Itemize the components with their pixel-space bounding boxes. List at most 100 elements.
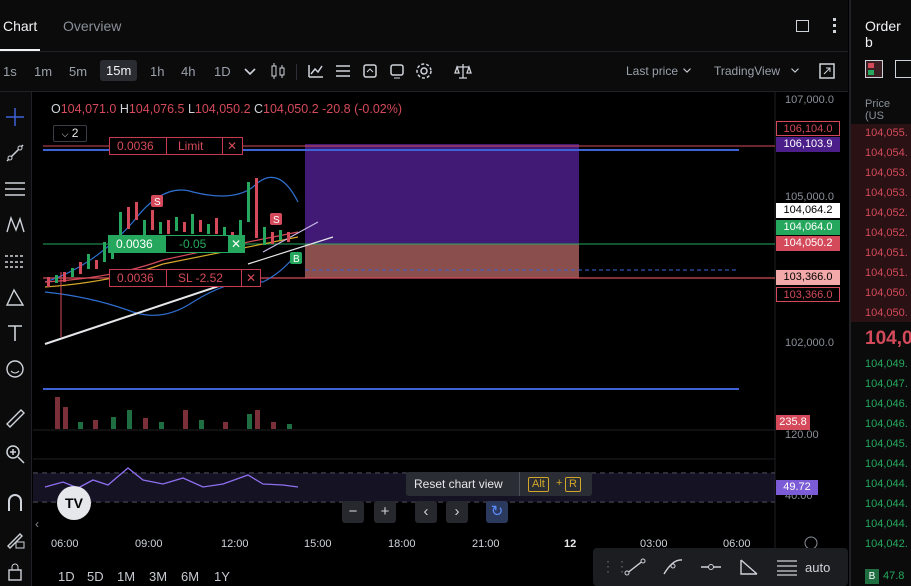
chart-canvas[interactable]: S S B: [33, 92, 848, 586]
more-vertical-icon[interactable]: [833, 18, 837, 34]
position-label[interactable]: 0.0036 -0.05 ✕: [108, 235, 245, 253]
lock-icon[interactable]: [4, 560, 26, 582]
ask-price[interactable]: 104,050.: [865, 287, 908, 299]
timeframe-5m[interactable]: 5m: [69, 64, 87, 79]
time-axis-label: 12: [564, 538, 577, 550]
bid-price[interactable]: 104,042.: [865, 538, 908, 550]
stop-loss-label[interactable]: 0.0036 SL -2.52 ✕: [109, 269, 261, 287]
timeframe-1s[interactable]: 1s: [3, 64, 17, 79]
ask-price[interactable]: 104,053.: [865, 187, 908, 199]
lock-drawing-icon[interactable]: [4, 528, 26, 550]
horizontal-lines-icon[interactable]: [4, 178, 26, 200]
sl-close-icon[interactable]: ✕: [246, 270, 256, 286]
position-pnl: -0.05: [179, 237, 207, 251]
ask-price[interactable]: 104,055.: [865, 127, 908, 139]
scroll-right-button[interactable]: ›: [446, 501, 468, 523]
chart-settings-lines-icon[interactable]: [333, 61, 353, 81]
measure-angle-icon[interactable]: [4, 286, 26, 308]
indicators-icon[interactable]: [306, 61, 326, 81]
ask-price[interactable]: 104,053.: [865, 167, 908, 179]
drawing-toolbar: [0, 92, 32, 586]
compare-scale-icon[interactable]: [453, 61, 473, 81]
ask-price[interactable]: 104,052.: [865, 207, 908, 219]
limit-close-icon[interactable]: ✕: [227, 138, 237, 154]
candle-type-icon[interactable]: [268, 61, 288, 81]
position-close-icon[interactable]: ✕: [231, 236, 241, 252]
crosshair-icon[interactable]: [4, 106, 26, 128]
zoom-in-button[interactable]: +: [374, 501, 396, 523]
ohlc-change: -20.8 (-0.02%): [322, 102, 403, 116]
chevron-down-icon[interactable]: [240, 61, 260, 81]
curve-line-icon[interactable]: [661, 557, 685, 577]
ohlc-close: 104,050.2: [263, 102, 319, 116]
scroll-left-button[interactable]: ‹: [415, 501, 437, 523]
maximize-icon[interactable]: [796, 20, 809, 32]
time-axis-label: 09:00: [135, 538, 163, 550]
time-axis-label: 15:00: [304, 538, 332, 550]
indicator-toggle[interactable]: ⌵ 2: [53, 125, 87, 142]
range-3m[interactable]: 3M: [149, 569, 167, 584]
tab-chart[interactable]: Chart: [3, 18, 37, 34]
bid-price[interactable]: 104,046.: [865, 398, 908, 410]
pattern-icon[interactable]: [4, 214, 26, 236]
price-source-select[interactable]: Last price: [626, 64, 678, 78]
chevron-down-icon[interactable]: [788, 63, 802, 77]
fib-retracement-icon[interactable]: [775, 557, 799, 577]
ohlc-high: 104,076.5: [128, 102, 185, 116]
ask-price[interactable]: 104,051.: [865, 247, 908, 259]
horizontal-ray-icon[interactable]: [699, 557, 723, 577]
order-book-bids-icon[interactable]: [895, 60, 911, 78]
bid-price[interactable]: 104,046.: [865, 418, 908, 430]
bid-price[interactable]: 104,049.: [865, 358, 908, 370]
range-6m[interactable]: 6M: [181, 569, 199, 584]
ohlc-legend: O104,071.0 H104,076.5 L104,050.2 C104,05…: [51, 102, 402, 116]
timeframe-1h[interactable]: 1h: [150, 64, 164, 79]
reset-view-button[interactable]: ↻: [486, 501, 508, 523]
zoom-in-icon[interactable]: [4, 443, 26, 465]
range-1m[interactable]: 1M: [117, 569, 135, 584]
range-1y[interactable]: 1Y: [214, 569, 230, 584]
magnet-icon[interactable]: [4, 492, 26, 514]
text-tool-icon[interactable]: [4, 322, 26, 344]
ask-price[interactable]: 104,050.: [865, 307, 908, 319]
emoji-icon[interactable]: [4, 358, 26, 380]
timeframe-15m[interactable]: 15m: [100, 60, 138, 81]
chart-area[interactable]: S S B O104,071.0 H104,076.5 L104,050.2 C…: [33, 92, 848, 586]
chevron-down-icon[interactable]: [680, 63, 694, 77]
limit-order-label[interactable]: 0.0036 Limit ✕: [109, 137, 243, 155]
range-5d[interactable]: 5D: [87, 569, 104, 584]
timeframe-1m[interactable]: 1m: [34, 64, 52, 79]
angle-tool-icon[interactable]: [737, 557, 761, 577]
bid-price[interactable]: 104,044.: [865, 458, 908, 470]
auto-scale-toggle[interactable]: auto: [805, 560, 830, 575]
position-qty: 0.0036: [116, 237, 153, 251]
bid-price[interactable]: 104,047.: [865, 378, 908, 390]
trend-line-icon[interactable]: [623, 557, 647, 577]
time-axis-label: 06:00: [51, 538, 79, 550]
range-1d[interactable]: 1D: [58, 569, 75, 584]
bid-price[interactable]: 104,044.: [865, 518, 908, 530]
ask-price[interactable]: 104,054.: [865, 147, 908, 159]
rsi-tag: 49.72: [776, 480, 818, 495]
chart-engine-select[interactable]: TradingView: [714, 64, 780, 78]
trend-line-icon[interactable]: [4, 142, 26, 164]
zoom-out-button[interactable]: −: [342, 501, 364, 523]
order-book-title[interactable]: Order b: [865, 18, 911, 50]
bid-price[interactable]: 104,044.: [865, 478, 908, 490]
bid-price[interactable]: 104,045.: [865, 438, 908, 450]
collapse-toolbar-icon[interactable]: ‹: [35, 517, 39, 531]
replay-icon[interactable]: [387, 61, 407, 81]
ruler-icon[interactable]: [4, 407, 26, 429]
fullscreen-icon[interactable]: [817, 61, 837, 81]
order-book-layout-icon[interactable]: [865, 60, 883, 78]
ask-price[interactable]: 104,052.: [865, 227, 908, 239]
position-tool-icon[interactable]: [4, 250, 26, 272]
timeframe-1d[interactable]: 1D: [214, 64, 231, 79]
gear-icon[interactable]: [414, 61, 434, 81]
bid-price[interactable]: 104,044.: [865, 498, 908, 510]
tradingview-logo[interactable]: TV: [57, 486, 91, 520]
timeframe-4h[interactable]: 4h: [181, 64, 195, 79]
alert-icon[interactable]: [360, 61, 380, 81]
tab-overview[interactable]: Overview: [63, 18, 121, 34]
ask-price[interactable]: 104,051.: [865, 267, 908, 279]
